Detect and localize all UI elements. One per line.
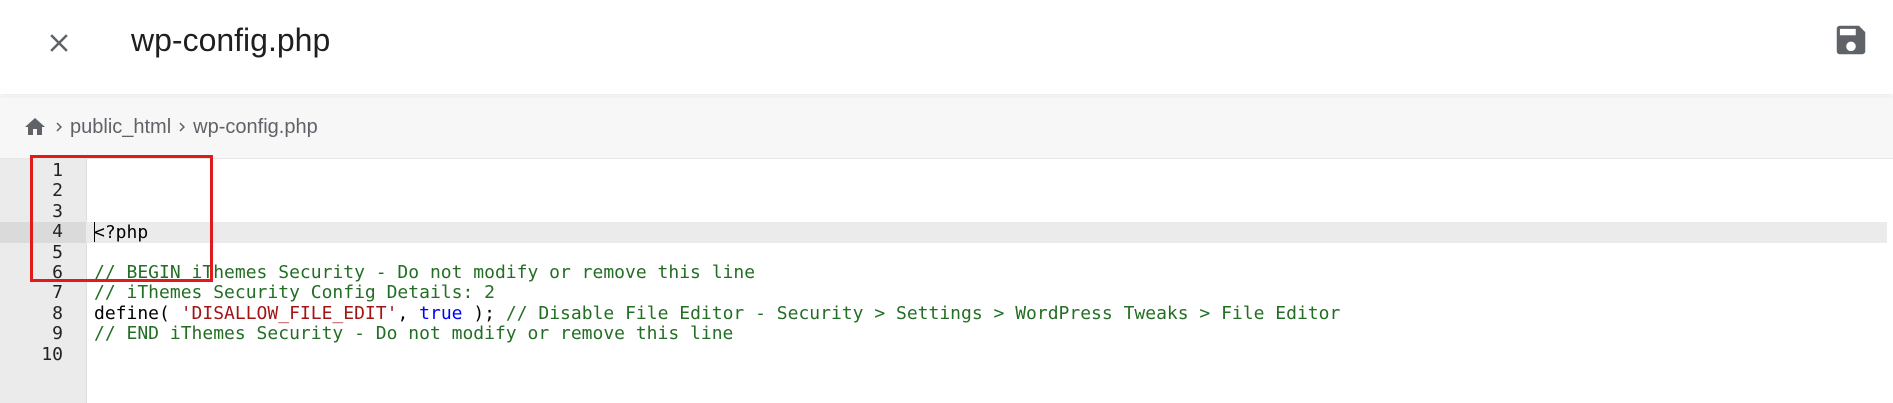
breadcrumb: public_html wp-config.php — [0, 96, 1893, 159]
code-line[interactable]: 10 — [0, 343, 1893, 365]
chevron-right-icon — [171, 115, 193, 139]
line-number: 6 — [52, 262, 63, 283]
code-token: // Disable File Editor - Security > Sett… — [505, 302, 1341, 324]
breadcrumb-item-current-file[interactable]: wp-config.php — [193, 116, 318, 139]
file-title: wp-config.php — [131, 22, 331, 58]
chevron-right-icon — [48, 115, 70, 139]
code-text: define( 'DISALLOW_FILE_EDIT', true ); //… — [94, 302, 1341, 324]
line-number: 10 — [41, 343, 63, 365]
code-token: <?php — [94, 222, 149, 244]
code-line[interactable]: 3 — [0, 200, 1893, 222]
home-icon — [25, 118, 45, 135]
editor-header: wp-config.php — [0, 0, 1893, 94]
code-token: // iThemes Security Config Details: 2 — [94, 282, 495, 304]
code-text: <?php — [94, 222, 148, 243]
code-line[interactable]: 8 define( 'DISALLOW_FILE_EDIT', true ); /… — [0, 302, 1893, 324]
line-number: 1 — [52, 160, 63, 181]
close-button[interactable] — [38, 22, 80, 64]
breadcrumb-item-public-html[interactable]: public_html — [70, 116, 171, 139]
code-token: true — [419, 302, 463, 324]
line-number: 7 — [52, 282, 63, 304]
code-token: define( — [94, 302, 181, 324]
code-editor[interactable]: 1 2 3 4 <?php 5 6 // BEGIN iThemes Security - D… — [0, 159, 1893, 403]
line-number: 2 — [52, 180, 63, 202]
code-line[interactable]: 5 — [0, 241, 1893, 263]
code-token: , — [397, 302, 420, 324]
code-line[interactable]: 6 // BEGIN iThemes Security - Do not modi… — [0, 262, 1893, 283]
code-line[interactable]: 7 // iThemes Security Config Details: 2 — [0, 282, 1893, 304]
code-text: // BEGIN iThemes Security - Do not modif… — [94, 262, 756, 283]
code-token: ); — [462, 302, 506, 324]
code-token: // BEGIN iThemes Security - Do not modif… — [94, 262, 756, 283]
save-button[interactable] — [1829, 18, 1873, 62]
code-text: // iThemes Security Config Details: 2 — [94, 283, 495, 303]
code-line[interactable]: 9 // END iThemes Security - Do not modify… — [0, 323, 1893, 345]
code-text: // END iThemes Security - Do not modify … — [94, 323, 734, 345]
code-line[interactable]: 1 — [0, 160, 1893, 181]
line-number: 8 — [52, 302, 63, 324]
close-icon — [50, 34, 68, 52]
breadcrumb-home[interactable] — [22, 114, 48, 140]
line-number: 5 — [52, 241, 63, 263]
code-token: // END iThemes Security - Do not modify … — [94, 323, 734, 345]
line-number: 4 — [52, 221, 63, 243]
save-icon — [1836, 25, 1866, 55]
line-number: 9 — [52, 323, 63, 345]
code-line[interactable]: 2 — [0, 180, 1893, 202]
code-line[interactable]: 4 <?php — [0, 221, 1887, 243]
line-number: 3 — [52, 200, 63, 222]
code-token: 'DISALLOW_FILE_EDIT' — [180, 302, 398, 324]
